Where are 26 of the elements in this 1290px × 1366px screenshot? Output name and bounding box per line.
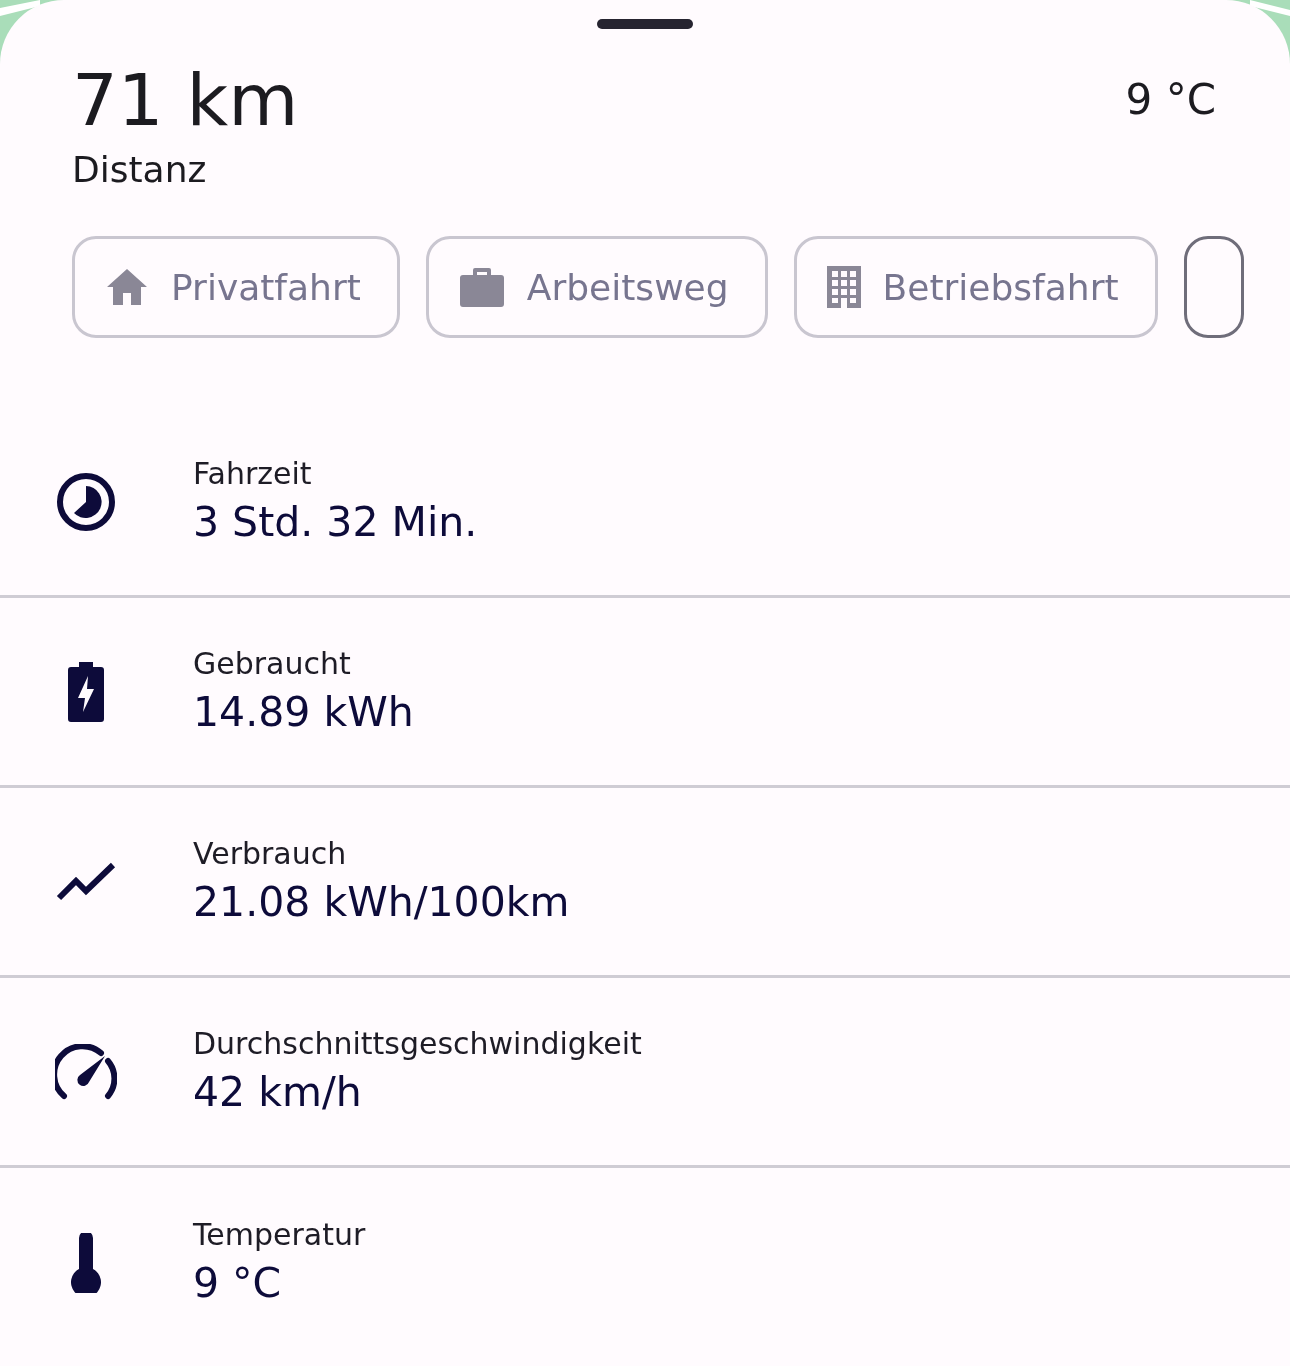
stat-value: 21.08 kWh/100km xyxy=(193,876,570,928)
stat-value: 42 km/h xyxy=(193,1066,363,1118)
stat-value: 9 °C xyxy=(193,1258,283,1309)
distance-label: Distanz xyxy=(72,149,208,190)
trip-type-chip[interactable]: Privatfahrt xyxy=(72,236,400,338)
stat-label: Temperatur xyxy=(193,1216,366,1254)
stat-value: 3 Std. 32 Min. xyxy=(193,496,478,548)
clock-icon xyxy=(55,471,116,532)
battery-icon xyxy=(67,661,104,722)
trip-type-chip[interactable]: Arbeitsweg xyxy=(425,236,768,338)
stat-label: Verbrauch xyxy=(193,834,348,873)
trip-type-chip[interactable] xyxy=(1183,236,1244,338)
speedometer-icon xyxy=(54,1043,117,1100)
distance-value: 71 km xyxy=(72,57,299,144)
stat-value: 14.89 kWh xyxy=(193,686,414,738)
home-icon xyxy=(105,267,149,307)
briefcase-icon xyxy=(458,266,505,308)
drag-handle[interactable] xyxy=(597,19,693,29)
stat-label: Durchschnittsgeschwindigkeit xyxy=(193,1024,642,1063)
building-icon xyxy=(826,266,861,308)
trend-icon xyxy=(55,861,116,902)
temperature-value: 9 °C xyxy=(1125,75,1216,126)
trip-type-chip[interactable]: Betriebsfahrt xyxy=(793,236,1158,338)
stat-label: Fahrzeit xyxy=(193,454,313,493)
stat-label: Gebraucht xyxy=(193,644,352,683)
thermometer-icon xyxy=(68,1233,103,1293)
